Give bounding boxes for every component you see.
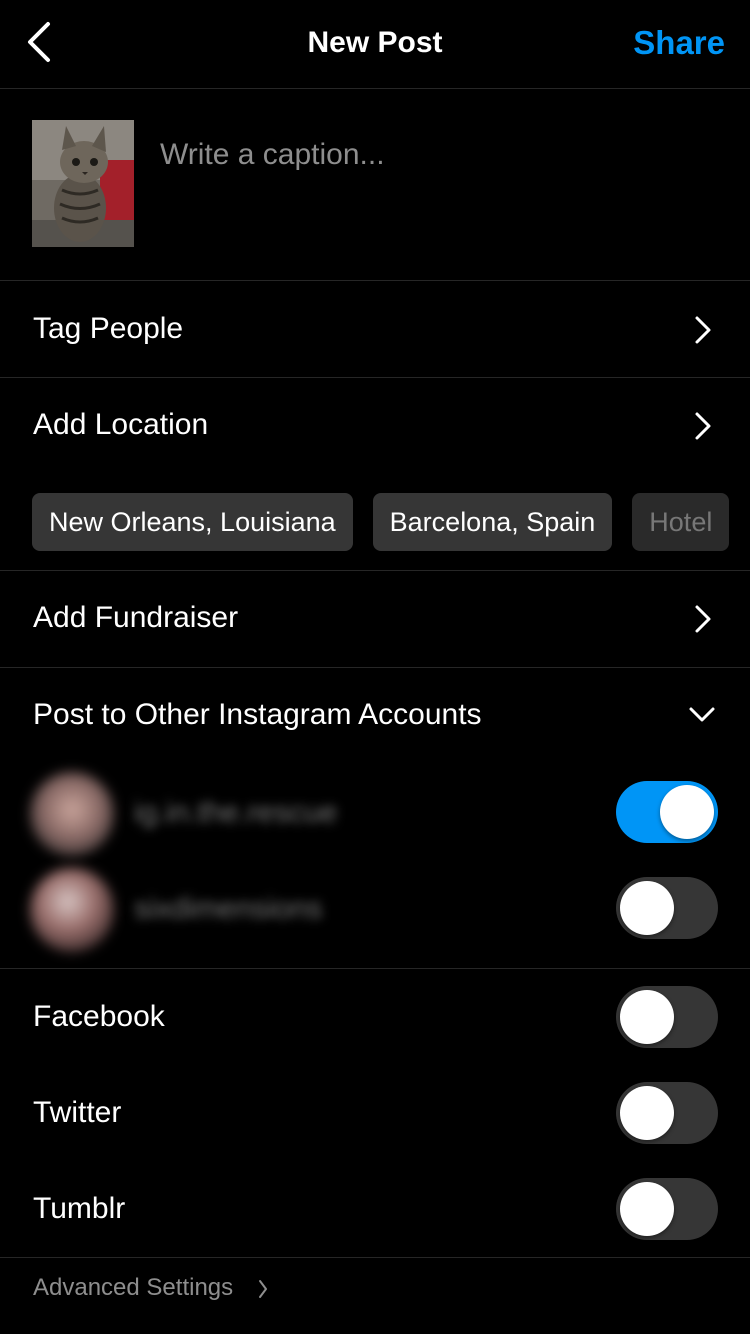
cat-photo-thumbnail <box>32 120 134 247</box>
location-suggestions: New Orleans, Louisiana Barcelona, Spain Ho… <box>32 493 750 551</box>
add-location-label: Add Location <box>33 408 209 441</box>
location-chip[interactable]: Hotel <box>632 493 730 551</box>
account-row: ig.in.the.rescue <box>0 768 750 858</box>
top-nav-bar: New Post Share <box>0 0 750 89</box>
caption-input[interactable] <box>160 133 720 177</box>
tag-people-row[interactable]: Tag People <box>0 281 750 377</box>
chevron-right-icon <box>695 412 711 440</box>
facebook-toggle[interactable] <box>616 986 718 1048</box>
share-facebook-row: Facebook <box>0 969 750 1065</box>
toggle-knob <box>660 785 714 839</box>
twitter-label: Twitter <box>33 1096 122 1129</box>
share-button[interactable]: Share <box>633 24 725 62</box>
chevron-right-icon <box>695 316 711 344</box>
share-twitter-row: Twitter <box>0 1065 750 1161</box>
post-thumbnail[interactable] <box>32 120 134 247</box>
caption-section <box>0 89 750 281</box>
new-post-screen: New Post Share Tag People <box>0 0 750 1334</box>
avatar <box>30 772 114 856</box>
toggle-knob <box>620 1182 674 1236</box>
account-name: ig.in.the.rescue <box>134 796 338 829</box>
account-name: sixdimensions <box>134 892 323 925</box>
post-other-accounts-row[interactable]: Post to Other Instagram Accounts <box>0 668 750 764</box>
toggle-knob <box>620 881 674 935</box>
toggle-knob <box>620 1086 674 1140</box>
post-other-accounts-label: Post to Other Instagram Accounts <box>33 698 482 731</box>
add-fundraiser-row[interactable]: Add Fundraiser <box>0 571 750 667</box>
tumblr-toggle[interactable] <box>616 1178 718 1240</box>
account-toggle[interactable] <box>616 877 718 939</box>
tumblr-label: Tumblr <box>33 1192 126 1225</box>
chevron-right-icon <box>259 1280 267 1298</box>
divider <box>0 1257 750 1258</box>
share-tumblr-row: Tumblr <box>0 1161 750 1257</box>
toggle-knob <box>620 990 674 1044</box>
location-chip[interactable]: New Orleans, Louisiana <box>32 493 353 551</box>
facebook-label: Facebook <box>33 1000 165 1033</box>
chevron-right-icon <box>695 605 711 633</box>
avatar <box>30 868 114 952</box>
twitter-toggle[interactable] <box>616 1082 718 1144</box>
account-row: sixdimensions <box>0 864 750 954</box>
tag-people-label: Tag People <box>33 312 184 345</box>
chevron-down-icon <box>689 707 715 722</box>
add-location-row[interactable]: Add Location <box>0 378 750 474</box>
account-toggle[interactable] <box>616 781 718 843</box>
location-chip[interactable]: Barcelona, Spain <box>372 493 613 551</box>
add-fundraiser-label: Add Fundraiser <box>33 601 239 634</box>
advanced-settings-link[interactable]: Advanced Settings <box>33 1274 233 1302</box>
